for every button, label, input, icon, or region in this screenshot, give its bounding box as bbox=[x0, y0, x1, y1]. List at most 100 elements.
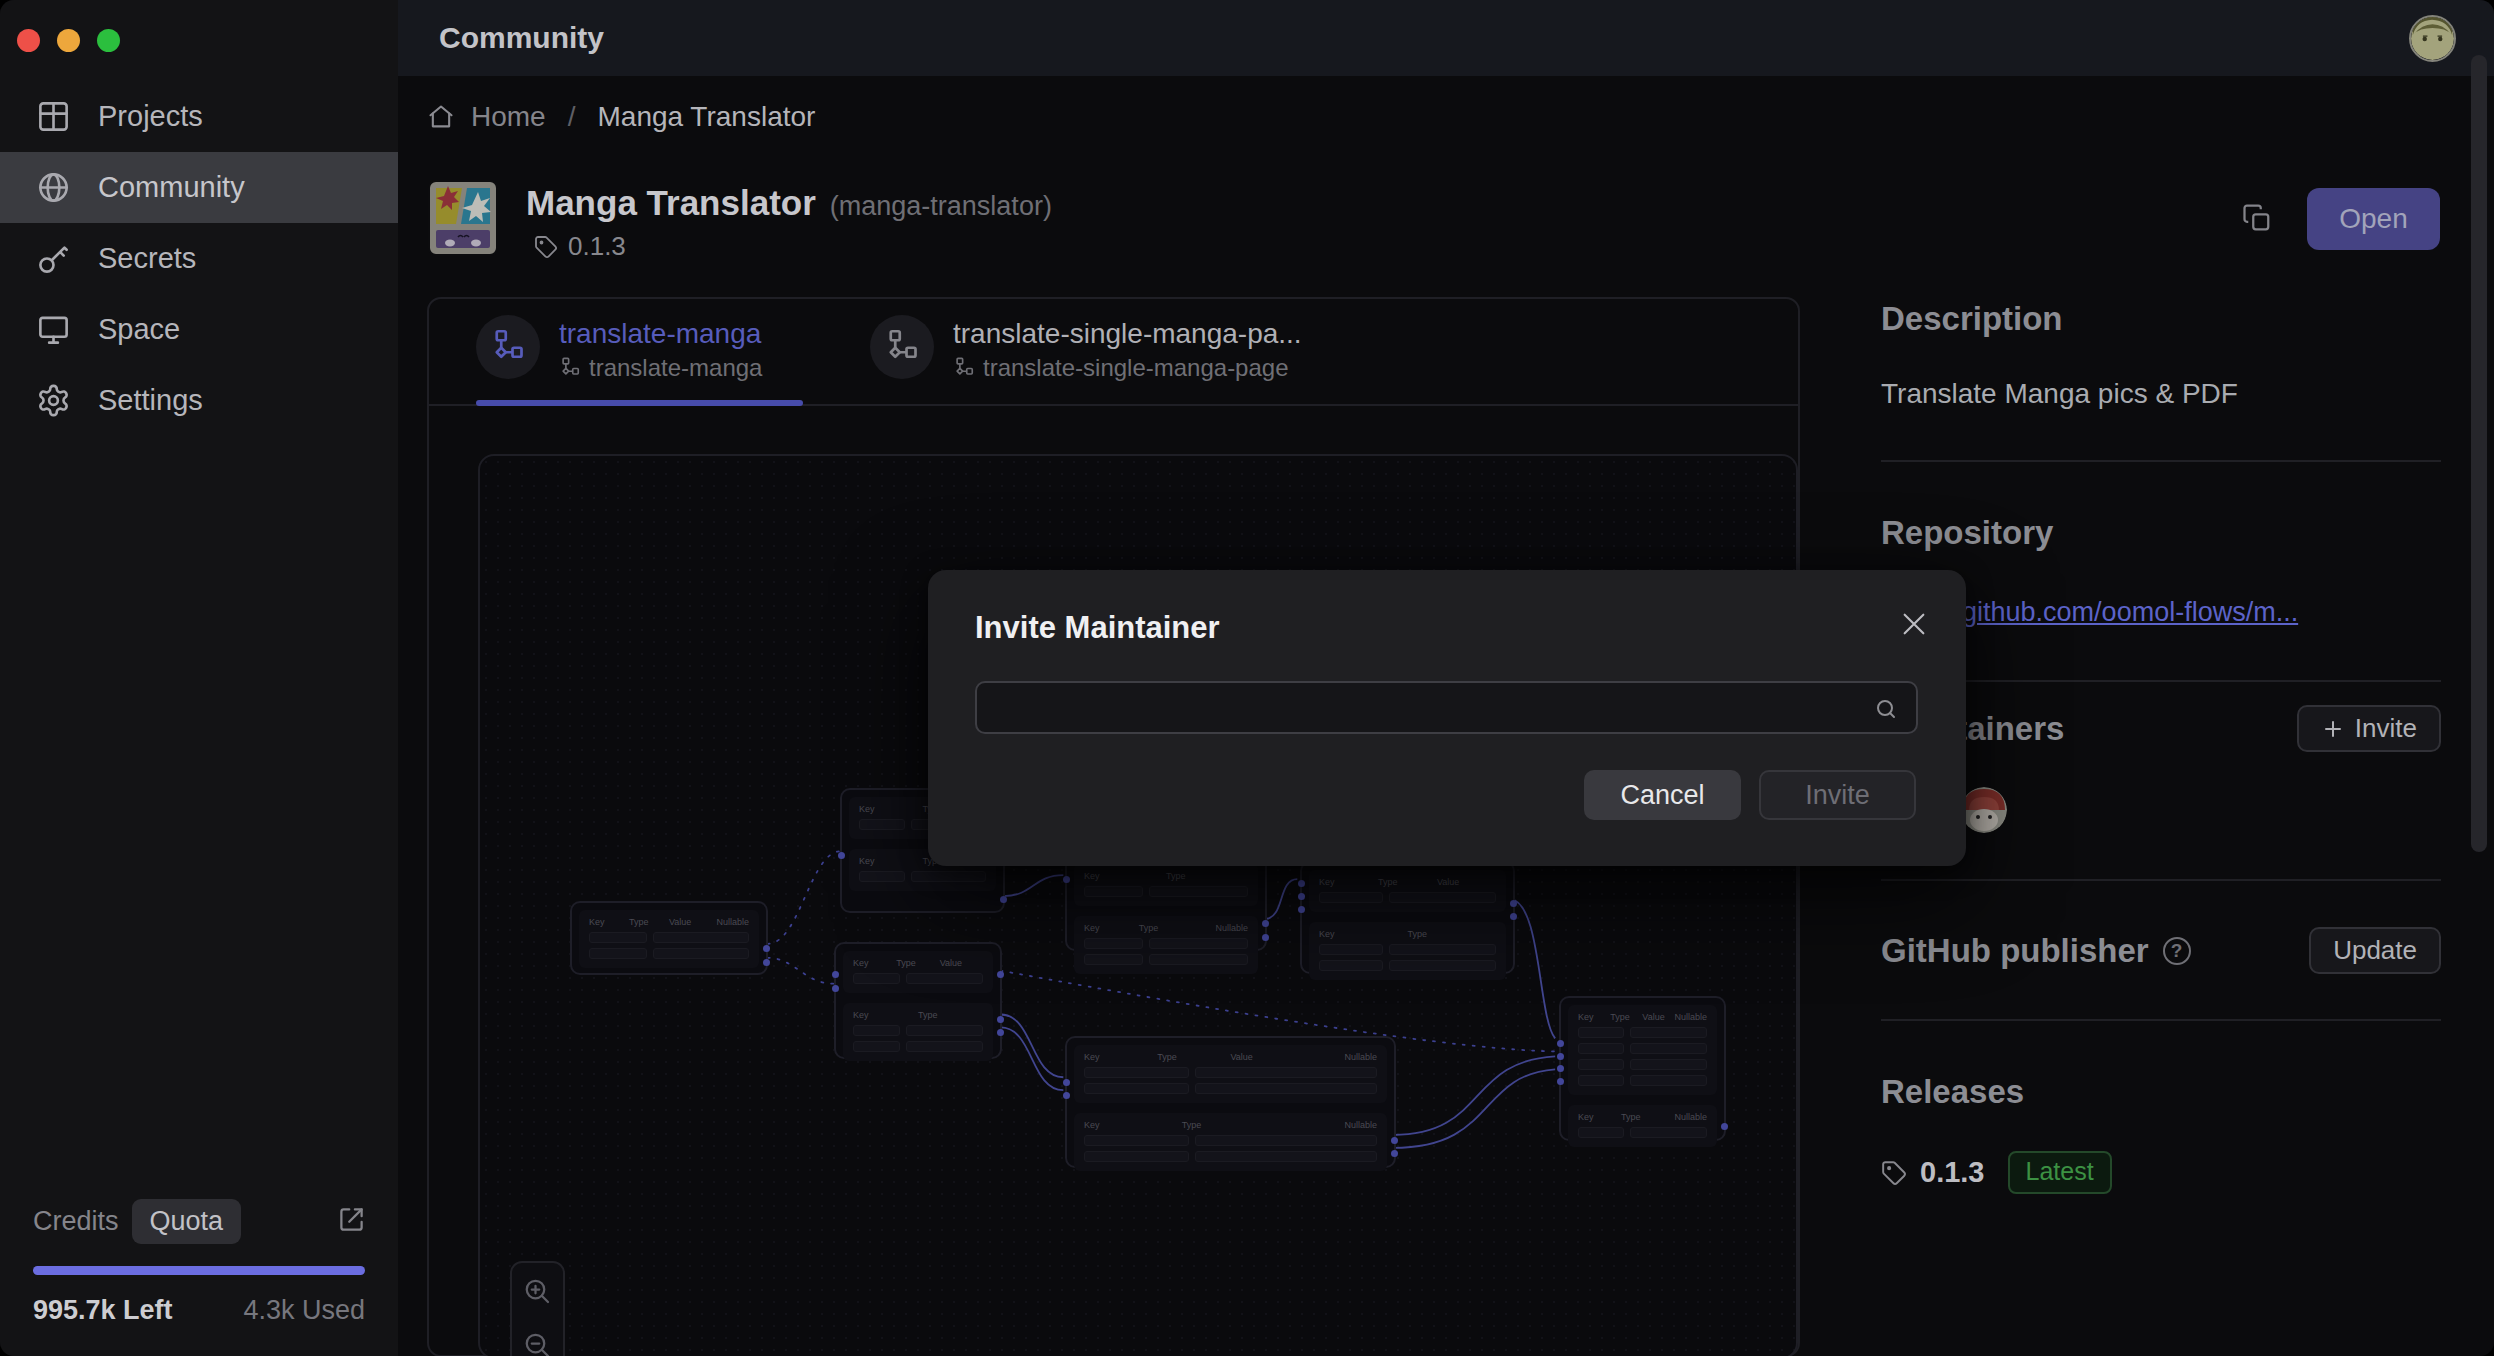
flow-node-3[interactable]: KeyTypeValueKeyType bbox=[834, 942, 1002, 1059]
update-publisher-button[interactable]: Update bbox=[2309, 927, 2441, 974]
project-title: Manga Translator bbox=[526, 183, 816, 223]
description-heading: Description bbox=[1881, 300, 2441, 338]
invite-maintainer-button[interactable]: Invite bbox=[2297, 705, 2441, 752]
node-output-port[interactable] bbox=[1262, 920, 1269, 927]
tab-translate-manga[interactable]: translate-manga translate-manga bbox=[476, 315, 762, 382]
sidebar: ProjectsCommunitySecretsSpaceSettings Cr… bbox=[0, 0, 398, 1356]
sidebar-item-projects[interactable]: Projects bbox=[0, 81, 398, 152]
credits-footer: Credits Quota 995.7k Left 4.3k Used bbox=[33, 1199, 365, 1326]
flow-node-7[interactable]: KeyTypeValueNullableKeyTypeNullable bbox=[1559, 996, 1726, 1141]
credits-label: Credits bbox=[33, 1206, 119, 1237]
projects-icon bbox=[36, 99, 71, 134]
node-output-port[interactable] bbox=[997, 971, 1004, 978]
minimize-window-button[interactable] bbox=[57, 29, 80, 52]
credits-progress-bar bbox=[33, 1266, 365, 1275]
node-input-port[interactable] bbox=[832, 985, 839, 992]
sidebar-item-community[interactable]: Community bbox=[0, 152, 398, 223]
workflow-icon bbox=[476, 315, 540, 379]
node-input-port[interactable] bbox=[1557, 1040, 1564, 1047]
flow-node-4[interactable]: KeyTypeKeyTypeNullable bbox=[1065, 855, 1267, 951]
window-controls bbox=[17, 29, 120, 52]
node-input-port[interactable] bbox=[838, 852, 845, 859]
node-input-port[interactable] bbox=[1063, 1079, 1070, 1086]
latest-badge: Latest bbox=[2008, 1151, 2112, 1194]
node-input-port[interactable] bbox=[1298, 893, 1305, 900]
node-input-port[interactable] bbox=[1557, 1065, 1564, 1072]
maximize-window-button[interactable] bbox=[97, 29, 120, 52]
sidebar-item-settings[interactable]: Settings bbox=[0, 365, 398, 436]
copy-button[interactable] bbox=[2242, 203, 2272, 233]
scrollbar-thumb[interactable] bbox=[2471, 55, 2487, 852]
node-output-port[interactable] bbox=[1391, 1137, 1398, 1144]
help-icon[interactable]: ? bbox=[2163, 937, 2191, 965]
node-input-port[interactable] bbox=[1557, 1078, 1564, 1085]
close-window-button[interactable] bbox=[17, 29, 40, 52]
node-output-port[interactable] bbox=[1510, 913, 1517, 920]
tag-icon bbox=[1881, 1160, 1907, 1186]
sidebar-item-space[interactable]: Space bbox=[0, 294, 398, 365]
sidebar-item-secrets[interactable]: Secrets bbox=[0, 223, 398, 294]
node-output-port[interactable] bbox=[1000, 896, 1007, 903]
canvas-zoom-controls bbox=[510, 1261, 565, 1356]
node-output-port[interactable] bbox=[1510, 900, 1517, 907]
project-icon bbox=[428, 180, 498, 256]
flow-tabs: translate-manga translate-manga translat… bbox=[429, 299, 1798, 406]
active-tab-indicator bbox=[476, 400, 803, 406]
credits-left: 995.7k Left bbox=[33, 1295, 173, 1326]
home-icon bbox=[427, 103, 455, 131]
external-link-icon[interactable] bbox=[338, 1206, 365, 1237]
node-input-port[interactable] bbox=[1063, 876, 1070, 883]
github-publisher-heading: GitHub publisher bbox=[1881, 932, 2149, 970]
close-icon[interactable] bbox=[1898, 608, 1930, 640]
open-button[interactable]: Open bbox=[2307, 188, 2440, 250]
divider bbox=[1881, 1019, 2441, 1021]
topbar: Community bbox=[398, 0, 2494, 76]
gear-icon bbox=[36, 383, 71, 418]
breadcrumb-separator: / bbox=[562, 101, 582, 133]
node-input-port[interactable] bbox=[1298, 880, 1305, 887]
node-input-port[interactable] bbox=[1557, 1053, 1564, 1060]
plus-icon bbox=[2321, 717, 2345, 741]
divider bbox=[1881, 460, 2441, 462]
tag-icon bbox=[534, 235, 558, 259]
user-avatar[interactable] bbox=[2409, 15, 2456, 62]
workflow-mini-icon bbox=[953, 357, 975, 379]
cancel-button[interactable]: Cancel bbox=[1584, 770, 1741, 820]
monitor-icon bbox=[36, 312, 71, 347]
release-version: 0.1.3 bbox=[1920, 1156, 1985, 1189]
node-output-port[interactable] bbox=[1262, 934, 1269, 941]
flow-node-6[interactable]: KeyTypeValueNullableKeyTypeNullable bbox=[1065, 1036, 1396, 1168]
node-output-port[interactable] bbox=[997, 1016, 1004, 1023]
modal-title: Invite Maintainer bbox=[975, 610, 1220, 646]
node-input-port[interactable] bbox=[1063, 1092, 1070, 1099]
sidebar-nav: ProjectsCommunitySecretsSpaceSettings bbox=[0, 81, 398, 436]
node-input-port[interactable] bbox=[832, 971, 839, 978]
app-window: ProjectsCommunitySecretsSpaceSettings Cr… bbox=[0, 0, 2494, 1356]
invite-maintainer-modal: Invite Maintainer Cancel Invite bbox=[928, 570, 1966, 866]
flow-node-5[interactable]: KeyTypeValueKeyType bbox=[1300, 861, 1515, 974]
breadcrumb-home[interactable]: Home bbox=[471, 101, 546, 133]
zoom-out-icon[interactable] bbox=[523, 1331, 553, 1356]
node-output-port[interactable] bbox=[997, 1029, 1004, 1036]
repository-heading: Repository bbox=[1881, 514, 2441, 552]
workflow-icon bbox=[870, 315, 934, 379]
node-output-port[interactable] bbox=[1721, 1123, 1728, 1130]
quota-toggle[interactable]: Quota bbox=[132, 1199, 242, 1244]
description-text: Translate Manga pics & PDF bbox=[1881, 378, 2441, 410]
node-output-port[interactable] bbox=[763, 945, 770, 952]
page-title: Community bbox=[439, 21, 604, 55]
node-input-port[interactable] bbox=[1298, 906, 1305, 913]
node-output-port[interactable] bbox=[763, 959, 770, 966]
node-output-port[interactable] bbox=[1391, 1150, 1398, 1157]
breadcrumb: Home / Manga Translator bbox=[427, 101, 815, 133]
maintainer-avatar[interactable] bbox=[1961, 787, 2007, 833]
maintainer-search-input[interactable] bbox=[977, 683, 1916, 732]
credits-used: 4.3k Used bbox=[243, 1295, 365, 1326]
zoom-in-icon[interactable] bbox=[523, 1277, 553, 1307]
invite-button[interactable]: Invite bbox=[1759, 770, 1916, 820]
releases-heading: Releases bbox=[1881, 1073, 2441, 1111]
breadcrumb-current: Manga Translator bbox=[597, 101, 815, 133]
flow-node-1[interactable]: KeyTypeValueNullable bbox=[570, 901, 768, 975]
key-icon bbox=[36, 241, 71, 276]
tab-translate-single-manga-page[interactable]: translate-single-manga-pa... translate-s… bbox=[870, 315, 1302, 382]
